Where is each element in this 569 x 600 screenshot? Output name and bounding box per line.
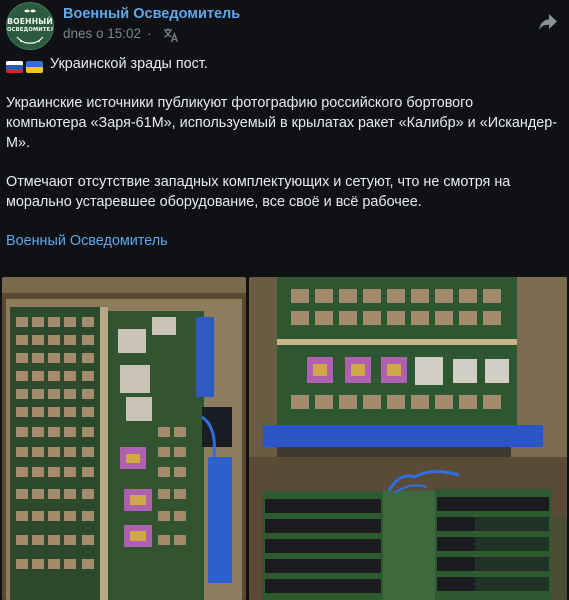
avatar-text-line2: ОСВЕДОМИТЕЛЬ [7,27,54,33]
post-line-4: М». [6,134,30,151]
post-line-1: Украинской зрады пост. [6,55,562,75]
circuit-board-image-right [249,277,567,600]
post-header: ВОЕННЫЙ ОСВЕДОМИТЕЛЬ Военный Осведомител… [0,0,569,52]
flag-russia-icon [6,61,23,74]
flag-ukraine-icon [26,61,43,74]
post-time: dnes o 15:02 [63,26,142,41]
post-body: Украинской зрады пост. Украинские источн… [6,55,562,252]
circuit-board-image-left [2,277,246,600]
channel-avatar[interactable]: ВОЕННЫЙ ОСВЕДОМИТЕЛЬ [6,2,54,50]
wreath-icon [16,36,44,44]
post-meta: dnes o 15:02 · [63,26,159,41]
flags [6,58,46,78]
leaf-icon [24,9,36,13]
channel-name[interactable]: Военный Осведомитель [63,6,240,22]
post-line-6: морально устаревшее оборудование, все св… [6,193,422,210]
signature-link[interactable]: Военный Осведомитель [6,232,562,252]
post-line-3: компьютера «Заря-61М», используемый в кр… [6,115,558,132]
photo-right[interactable] [249,277,567,600]
post-line-2: Украинские источники публикуют фотографи… [6,95,474,112]
post-intro: Украинской зрады пост. [50,56,208,72]
photo-left[interactable] [2,277,246,600]
share-icon[interactable] [536,10,560,34]
translate-icon[interactable] [163,27,179,43]
photo-gallery [2,277,567,600]
avatar-text-line1: ВОЕННЫЙ [7,17,53,26]
post-line-5: Отмечают отсутствие западных комплектующ… [6,174,511,191]
meta-separator: · [147,26,152,41]
